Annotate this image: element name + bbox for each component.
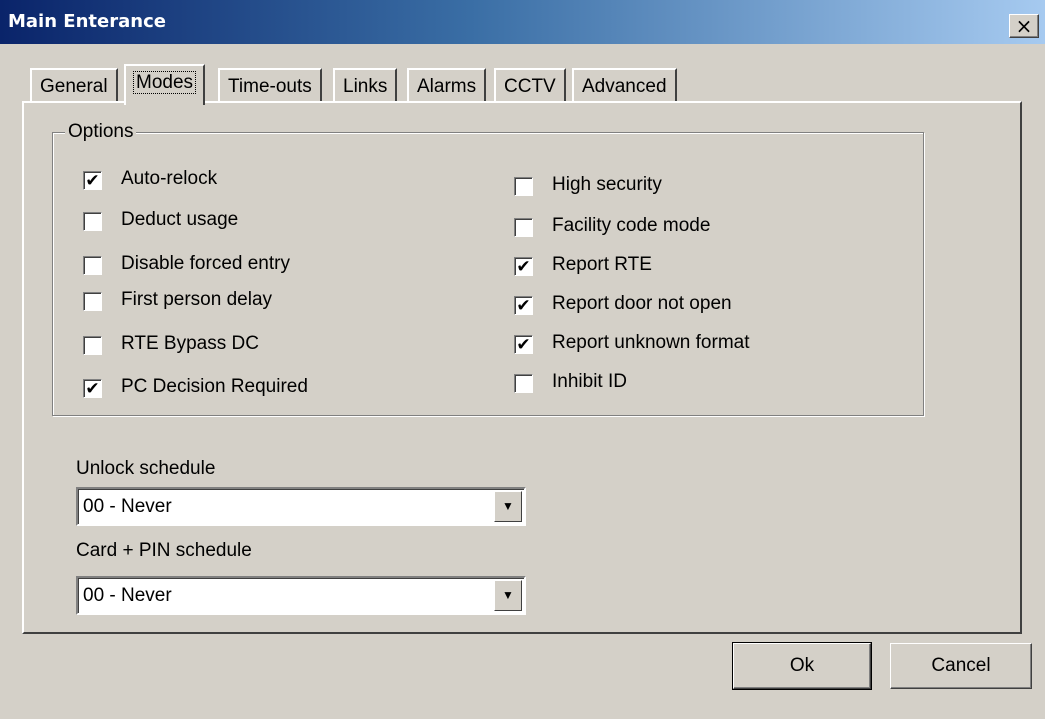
dropdown-arrow-icon[interactable]: ▼ <box>494 580 522 611</box>
checkbox-label: High security <box>552 174 662 195</box>
checkbox-box[interactable]: ✔ <box>514 257 533 276</box>
checkbox-box[interactable] <box>83 212 102 231</box>
checkbox-label: Deduct usage <box>121 209 239 230</box>
checkbox-label: Report unknown format <box>552 332 750 353</box>
dropdown-arrow-icon[interactable]: ▼ <box>494 491 522 522</box>
checkbox-box[interactable]: ✔ <box>514 296 533 315</box>
checkbox-box[interactable] <box>83 292 102 311</box>
tab-label: Advanced <box>582 76 667 97</box>
checkbox-box[interactable]: ✔ <box>514 335 533 354</box>
checkbox-box[interactable] <box>83 256 102 275</box>
options-groupbox: Options ✔ Auto-relock Deduct usage Disab… <box>52 121 924 416</box>
cancel-button[interactable]: Cancel <box>890 643 1032 689</box>
tab-general[interactable]: General <box>30 68 118 104</box>
tab-links[interactable]: Links <box>333 68 398 104</box>
card-pin-schedule-value: 00 - Never <box>83 585 172 606</box>
tab-label: Alarms <box>417 76 477 97</box>
checkbox-box[interactable] <box>514 374 533 393</box>
unlock-schedule-label: Unlock schedule <box>76 458 216 479</box>
checkbox-box[interactable]: ✔ <box>83 171 102 190</box>
close-button[interactable]: × <box>1009 14 1039 38</box>
checkbox-label: Auto-relock <box>121 168 218 189</box>
tab-time-outs[interactable]: Time-outs <box>218 68 322 104</box>
unlock-schedule-value: 00 - Never <box>83 496 172 517</box>
checkbox-label: Report RTE <box>552 254 652 275</box>
options-legend: Options <box>65 121 137 143</box>
checkbox-box[interactable]: ✔ <box>83 379 102 398</box>
checkbox-label: Report door not open <box>552 293 732 314</box>
window-title: Main Enterance <box>8 11 166 32</box>
tab-label: General <box>40 76 108 97</box>
tab-label: Time-outs <box>228 76 312 97</box>
unlock-schedule-select[interactable]: 00 - Never ▼ <box>76 487 526 526</box>
title-bar: Main Enterance × <box>0 0 1045 44</box>
tab-modes[interactable]: Modes <box>124 64 206 105</box>
checkbox-label: Facility code mode <box>552 215 711 236</box>
tab-label: Modes <box>132 71 197 94</box>
ok-button[interactable]: Ok <box>732 642 872 690</box>
checkbox-label: Disable forced entry <box>121 253 290 274</box>
modes-panel: Options ✔ Auto-relock Deduct usage Disab… <box>22 101 1022 634</box>
tab-alarms[interactable]: Alarms <box>407 68 487 104</box>
tab-cctv[interactable]: CCTV <box>494 68 566 104</box>
close-icon: × <box>1015 14 1033 38</box>
checkbox-label: RTE Bypass DC <box>121 333 259 354</box>
checkbox-box[interactable] <box>514 177 533 196</box>
checkbox-label: Inhibit ID <box>552 371 627 392</box>
tab-advanced[interactable]: Advanced <box>572 68 677 104</box>
checkbox-label: First person delay <box>121 289 273 310</box>
checkbox-box[interactable] <box>83 336 102 355</box>
tab-label: Links <box>343 76 388 97</box>
card-pin-schedule-select[interactable]: 00 - Never ▼ <box>76 576 526 615</box>
checkbox-label: PC Decision Required <box>121 376 308 397</box>
card-pin-schedule-label: Card + PIN schedule <box>76 540 252 561</box>
tab-label: CCTV <box>504 76 556 97</box>
checkbox-box[interactable] <box>514 218 533 237</box>
